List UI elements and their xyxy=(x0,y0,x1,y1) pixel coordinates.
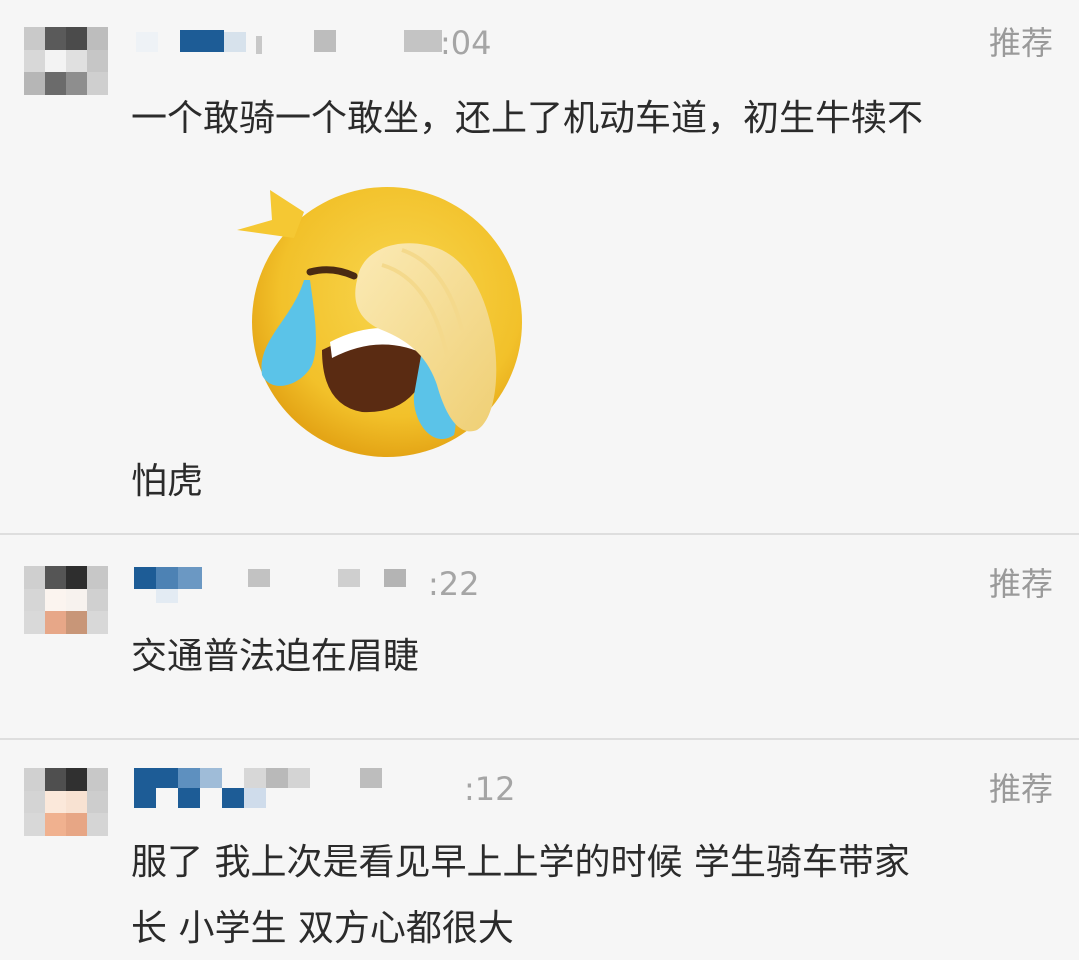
comment-time: :04 xyxy=(440,24,492,62)
recommend-button[interactable]: 推荐 xyxy=(989,769,1053,809)
comment-time: :22 xyxy=(428,565,480,603)
username[interactable] xyxy=(134,26,454,66)
username[interactable] xyxy=(134,768,434,812)
avatar[interactable] xyxy=(24,768,108,836)
crying-laughing-face-icon xyxy=(237,187,522,457)
username[interactable] xyxy=(134,565,434,605)
recommend-button[interactable]: 推荐 xyxy=(989,564,1053,604)
comment-item: :04 推荐 一个敢骑一个敢坐，还上了机动车道，初生牛犊不 怕虎 xyxy=(0,0,1079,533)
comment-text: 服了 我上次是看见早上上学的时候 学生骑车带家 xyxy=(131,842,910,883)
avatar[interactable] xyxy=(24,566,108,634)
comment-text-continued: 长 小学生 双方心都很大 xyxy=(131,908,514,949)
comment-item: :22 推荐 交通普法迫在眉睫 xyxy=(0,535,1079,738)
comment-text: 一个敢骑一个敢坐，还上了机动车道，初生牛犊不 xyxy=(131,98,924,139)
comment-time: :12 xyxy=(464,770,516,808)
comment-text-continued: 怕虎 xyxy=(131,461,204,502)
comment-list: :04 推荐 一个敢骑一个敢坐，还上了机动车道，初生牛犊不 怕虎:22 推荐 … xyxy=(0,0,1079,960)
recommend-button[interactable]: 推荐 xyxy=(989,23,1053,63)
comment-text: 交通普法迫在眉睫 xyxy=(131,636,420,677)
comment-item: :12 推荐 服了 我上次是看见早上上学的时候 学生骑车带家 长 小学生 双方心… xyxy=(0,740,1079,960)
avatar[interactable] xyxy=(24,27,108,95)
